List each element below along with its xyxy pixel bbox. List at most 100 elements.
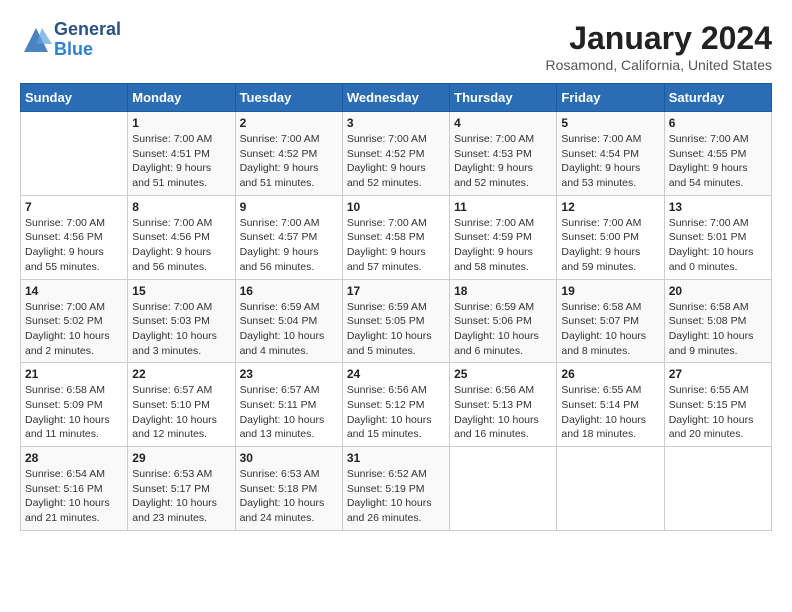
day-number: 13 <box>669 200 767 214</box>
header-day-tuesday: Tuesday <box>235 84 342 112</box>
day-number: 30 <box>240 451 338 465</box>
day-cell: 10 Sunrise: 7:00 AM Sunset: 4:58 PM Dayli… <box>342 195 449 279</box>
day-number: 8 <box>132 200 230 214</box>
day-info: Sunrise: 6:59 AM Sunset: 5:04 PM Dayligh… <box>240 300 338 359</box>
week-row-2: 7 Sunrise: 7:00 AM Sunset: 4:56 PM Daylig… <box>21 195 772 279</box>
header-row: SundayMondayTuesdayWednesdayThursdayFrid… <box>21 84 772 112</box>
day-cell: 23 Sunrise: 6:57 AM Sunset: 5:11 PM Dayli… <box>235 363 342 447</box>
day-cell: 8Sunrise: 7:00 AM Sunset: 4:56 PM Daylig… <box>128 195 235 279</box>
day-number: 17 <box>347 284 445 298</box>
day-cell: 17 Sunrise: 6:59 AM Sunset: 5:05 PM Dayli… <box>342 279 449 363</box>
day-info: Sunrise: 6:55 AM Sunset: 5:15 PM Dayligh… <box>669 383 767 442</box>
day-cell: 13 Sunrise: 7:00 AM Sunset: 5:01 PM Dayli… <box>664 195 771 279</box>
day-cell: 22 Sunrise: 6:57 AM Sunset: 5:10 PM Dayli… <box>128 363 235 447</box>
day-cell: 24 Sunrise: 6:56 AM Sunset: 5:12 PM Dayli… <box>342 363 449 447</box>
day-cell: 31 Sunrise: 6:52 AM Sunset: 5:19 PM Dayli… <box>342 447 449 531</box>
day-info: Sunrise: 6:53 AM Sunset: 5:17 PM Dayligh… <box>132 467 230 526</box>
day-cell: 7 Sunrise: 7:00 AM Sunset: 4:56 PM Daylig… <box>21 195 128 279</box>
day-cell: 26 Sunrise: 6:55 AM Sunset: 5:14 PM Dayli… <box>557 363 664 447</box>
day-info: Sunrise: 7:00 AM Sunset: 4:53 PM Dayligh… <box>454 132 552 191</box>
day-number: 1 <box>132 116 230 130</box>
header-day-monday: Monday <box>128 84 235 112</box>
day-number: 24 <box>347 367 445 381</box>
header-day-saturday: Saturday <box>664 84 771 112</box>
day-number: 27 <box>669 367 767 381</box>
day-number: 25 <box>454 367 552 381</box>
day-cell: 25Sunrise: 6:56 AM Sunset: 5:13 PM Dayli… <box>450 363 557 447</box>
day-cell: 14 Sunrise: 7:00 AM Sunset: 5:02 PM Dayli… <box>21 279 128 363</box>
day-cell: 1Sunrise: 7:00 AM Sunset: 4:51 PM Daylig… <box>128 112 235 196</box>
day-number: 15 <box>132 284 230 298</box>
logo-text: General Blue <box>54 20 121 60</box>
day-number: 5 <box>561 116 659 130</box>
month-title: January 2024 <box>546 20 772 57</box>
title-block: January 2024 Rosamond, California, Unite… <box>546 20 772 73</box>
day-info: Sunrise: 6:59 AM Sunset: 5:05 PM Dayligh… <box>347 300 445 359</box>
day-cell: 3 Sunrise: 7:00 AM Sunset: 4:52 PM Daylig… <box>342 112 449 196</box>
day-cell: 5 Sunrise: 7:00 AM Sunset: 4:54 PM Daylig… <box>557 112 664 196</box>
day-number: 12 <box>561 200 659 214</box>
header-day-friday: Friday <box>557 84 664 112</box>
day-info: Sunrise: 6:53 AM Sunset: 5:18 PM Dayligh… <box>240 467 338 526</box>
day-cell <box>450 447 557 531</box>
day-cell: 21 Sunrise: 6:58 AM Sunset: 5:09 PM Dayli… <box>21 363 128 447</box>
day-info: Sunrise: 7:00 AM Sunset: 4:52 PM Dayligh… <box>347 132 445 191</box>
day-cell: 27 Sunrise: 6:55 AM Sunset: 5:15 PM Dayli… <box>664 363 771 447</box>
day-cell: 11Sunrise: 7:00 AM Sunset: 4:59 PM Dayli… <box>450 195 557 279</box>
day-info: Sunrise: 6:52 AM Sunset: 5:19 PM Dayligh… <box>347 467 445 526</box>
week-row-1: 1Sunrise: 7:00 AM Sunset: 4:51 PM Daylig… <box>21 112 772 196</box>
day-info: Sunrise: 6:57 AM Sunset: 5:11 PM Dayligh… <box>240 383 338 442</box>
week-row-4: 21 Sunrise: 6:58 AM Sunset: 5:09 PM Dayli… <box>21 363 772 447</box>
day-info: Sunrise: 7:00 AM Sunset: 5:01 PM Dayligh… <box>669 216 767 275</box>
day-number: 23 <box>240 367 338 381</box>
day-number: 28 <box>25 451 123 465</box>
day-cell <box>21 112 128 196</box>
day-number: 26 <box>561 367 659 381</box>
logo-icon <box>20 24 52 56</box>
day-cell: 30 Sunrise: 6:53 AM Sunset: 5:18 PM Dayli… <box>235 447 342 531</box>
day-cell: 28Sunrise: 6:54 AM Sunset: 5:16 PM Dayli… <box>21 447 128 531</box>
day-cell <box>664 447 771 531</box>
day-number: 4 <box>454 116 552 130</box>
header-day-wednesday: Wednesday <box>342 84 449 112</box>
day-info: Sunrise: 7:00 AM Sunset: 5:03 PM Dayligh… <box>132 300 230 359</box>
day-number: 18 <box>454 284 552 298</box>
day-info: Sunrise: 7:00 AM Sunset: 4:52 PM Dayligh… <box>240 132 338 191</box>
day-number: 14 <box>25 284 123 298</box>
day-number: 31 <box>347 451 445 465</box>
day-cell: 19Sunrise: 6:58 AM Sunset: 5:07 PM Dayli… <box>557 279 664 363</box>
day-cell: 16Sunrise: 6:59 AM Sunset: 5:04 PM Dayli… <box>235 279 342 363</box>
day-info: Sunrise: 6:56 AM Sunset: 5:12 PM Dayligh… <box>347 383 445 442</box>
day-info: Sunrise: 6:58 AM Sunset: 5:09 PM Dayligh… <box>25 383 123 442</box>
week-row-5: 28Sunrise: 6:54 AM Sunset: 5:16 PM Dayli… <box>21 447 772 531</box>
day-info: Sunrise: 7:00 AM Sunset: 5:00 PM Dayligh… <box>561 216 659 275</box>
day-number: 7 <box>25 200 123 214</box>
week-row-3: 14 Sunrise: 7:00 AM Sunset: 5:02 PM Dayli… <box>21 279 772 363</box>
day-cell: 15 Sunrise: 7:00 AM Sunset: 5:03 PM Dayli… <box>128 279 235 363</box>
day-number: 9 <box>240 200 338 214</box>
day-info: Sunrise: 6:55 AM Sunset: 5:14 PM Dayligh… <box>561 383 659 442</box>
day-number: 3 <box>347 116 445 130</box>
day-number: 29 <box>132 451 230 465</box>
day-info: Sunrise: 7:00 AM Sunset: 4:58 PM Dayligh… <box>347 216 445 275</box>
day-info: Sunrise: 7:00 AM Sunset: 4:59 PM Dayligh… <box>454 216 552 275</box>
day-number: 19 <box>561 284 659 298</box>
day-cell <box>557 447 664 531</box>
day-info: Sunrise: 7:00 AM Sunset: 4:55 PM Dayligh… <box>669 132 767 191</box>
day-cell: 29 Sunrise: 6:53 AM Sunset: 5:17 PM Dayli… <box>128 447 235 531</box>
day-info: Sunrise: 7:00 AM Sunset: 4:54 PM Dayligh… <box>561 132 659 191</box>
day-info: Sunrise: 7:00 AM Sunset: 4:56 PM Dayligh… <box>25 216 123 275</box>
day-info: Sunrise: 7:00 AM Sunset: 5:02 PM Dayligh… <box>25 300 123 359</box>
day-number: 10 <box>347 200 445 214</box>
day-info: Sunrise: 6:59 AM Sunset: 5:06 PM Dayligh… <box>454 300 552 359</box>
day-info: Sunrise: 6:57 AM Sunset: 5:10 PM Dayligh… <box>132 383 230 442</box>
day-cell: 4 Sunrise: 7:00 AM Sunset: 4:53 PM Daylig… <box>450 112 557 196</box>
day-number: 21 <box>25 367 123 381</box>
day-number: 22 <box>132 367 230 381</box>
day-cell: 12 Sunrise: 7:00 AM Sunset: 5:00 PM Dayli… <box>557 195 664 279</box>
day-cell: 2Sunrise: 7:00 AM Sunset: 4:52 PM Daylig… <box>235 112 342 196</box>
calendar-table: SundayMondayTuesdayWednesdayThursdayFrid… <box>20 83 772 531</box>
page-header: General Blue January 2024 Rosamond, Cali… <box>20 20 772 73</box>
header-day-thursday: Thursday <box>450 84 557 112</box>
location: Rosamond, California, United States <box>546 57 772 73</box>
